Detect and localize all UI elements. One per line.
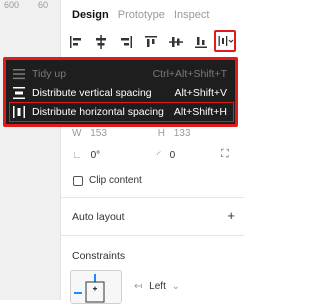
distribute-dropdown-menu: Tidy up Ctrl+Alt+Shift+T Distribute vert… — [3, 57, 238, 127]
menu-item-distribute-horizontal[interactable]: Distribute horizontal spacing Alt+Shift+… — [9, 102, 234, 122]
section-divider — [61, 235, 244, 236]
independent-corners-icon[interactable]: ⛶ — [221, 148, 229, 161]
horizontal-constraint-value: Left — [149, 281, 166, 292]
rotation-field[interactable]: 0° — [91, 150, 101, 161]
menu-item-shortcut: Alt+Shift+H — [173, 106, 227, 118]
menu-item-label: Tidy up — [32, 68, 67, 80]
align-bottom-icon[interactable] — [193, 34, 209, 50]
add-auto-layout-button[interactable]: + — [227, 208, 235, 223]
section-divider — [61, 197, 244, 198]
menu-item-tidy-up[interactable]: Tidy up Ctrl+Alt+Shift+T — [10, 65, 233, 83]
constraints-widget[interactable] — [70, 270, 122, 304]
tab-inspect[interactable]: Inspect — [174, 9, 209, 21]
canvas-area[interactable]: 600 60 — [0, 0, 61, 300]
distribute-horizontal-icon — [12, 105, 26, 119]
tab-design[interactable]: Design — [72, 9, 109, 21]
rotation-icon: ∟ — [72, 150, 82, 161]
clip-content-checkbox[interactable] — [73, 176, 83, 186]
align-left-icon[interactable] — [68, 34, 84, 50]
menu-item-distribute-vertical[interactable]: Distribute vertical spacing Alt+Shift+V — [10, 84, 233, 102]
dimension-row: W 153 H 133 — [72, 128, 190, 139]
menu-item-label: Distribute vertical spacing — [32, 87, 152, 99]
width-field[interactable]: 153 — [90, 128, 107, 139]
auto-layout-title: Auto layout — [72, 211, 125, 223]
chevron-down-icon: ⌄ — [171, 281, 181, 292]
panel-tabs: Design Prototype Inspect — [72, 9, 215, 21]
menu-item-shortcut: Ctrl+Alt+Shift+T — [152, 68, 227, 80]
ruler-label-2: 60 — [38, 0, 49, 10]
align-top-icon[interactable] — [143, 34, 159, 50]
align-horizontal-center-icon[interactable] — [93, 34, 109, 50]
menu-item-shortcut: Alt+Shift+V — [174, 87, 227, 99]
menu-item-label: Distribute horizontal spacing — [32, 106, 164, 118]
height-label: H — [157, 128, 165, 139]
width-label: W — [72, 128, 82, 139]
horizontal-constraint-select[interactable]: ↤ Left ⌄ — [134, 281, 180, 292]
constraints-title: Constraints — [72, 250, 126, 262]
tidy-up-icon — [12, 67, 26, 81]
corner-radius-icon: ◜ — [156, 150, 161, 161]
height-field[interactable]: 133 — [174, 128, 191, 139]
align-vertical-center-icon[interactable] — [168, 34, 184, 50]
distribute-vertical-icon — [12, 86, 26, 100]
ruler-label: 600 — [4, 0, 20, 10]
tab-prototype[interactable]: Prototype — [118, 9, 165, 21]
clip-content-label: Clip content — [89, 175, 142, 186]
corner-radius-field[interactable]: 0 — [170, 150, 176, 161]
distribute-menu-button[interactable] — [214, 30, 236, 52]
rotation-row: ∟ 0° ◜ 0 — [72, 150, 175, 161]
align-right-icon[interactable] — [118, 34, 134, 50]
horizontal-constraint-icon: ↤ — [134, 281, 143, 292]
